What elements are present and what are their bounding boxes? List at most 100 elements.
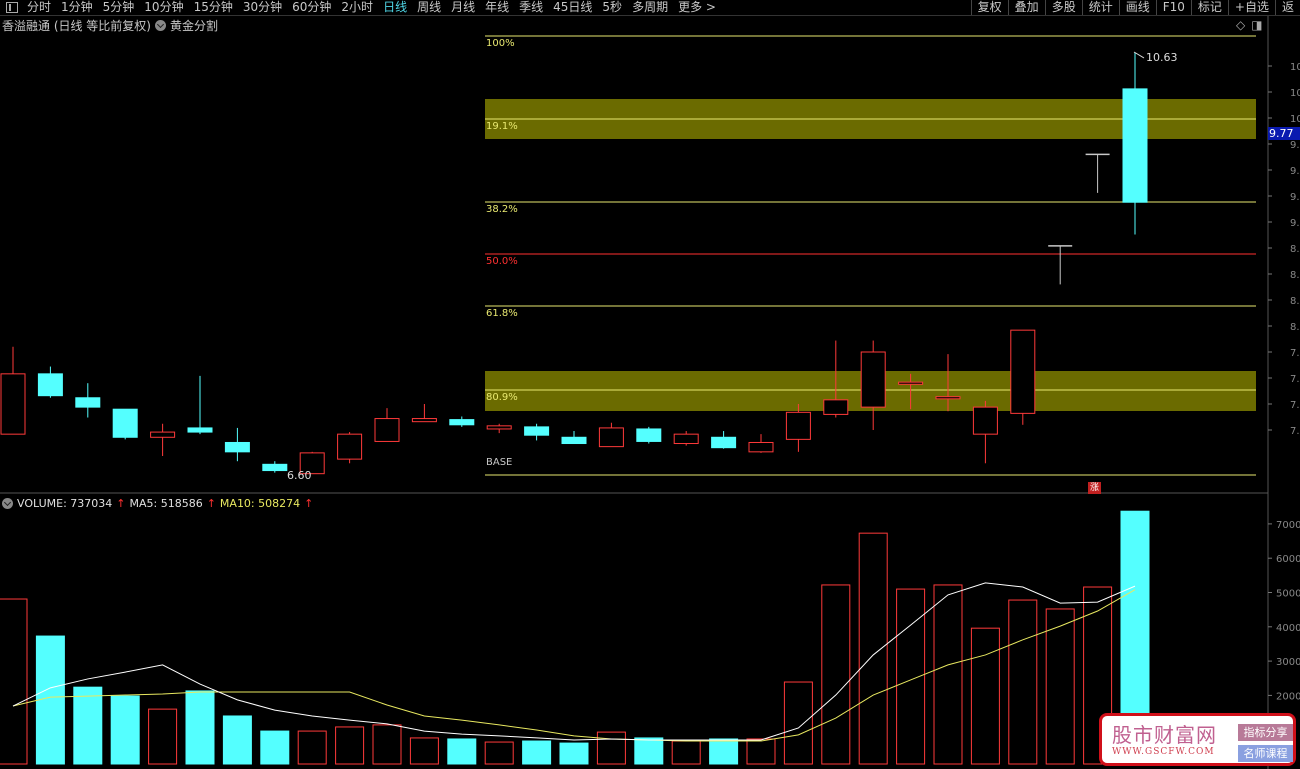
volume-legend: VOLUME: 737034 ↑ MA5: 518586 ↑ MA10: 50827…	[2, 497, 313, 510]
volume-bar	[671, 740, 701, 765]
up-arrow-icon: ↑	[116, 497, 126, 510]
high-price-label: 10.63	[1146, 51, 1178, 64]
fib-label: 38.2%	[486, 204, 518, 215]
volume-bar	[1045, 608, 1075, 765]
candle-body	[262, 463, 288, 472]
volume-bar	[783, 681, 813, 765]
candle-body	[636, 428, 662, 442]
fib-label: 19.1%	[486, 121, 518, 132]
volume-bar	[933, 584, 963, 765]
up-arrow-icon: ↑	[206, 497, 216, 510]
candle-body	[711, 436, 737, 449]
candle-body	[898, 381, 924, 385]
candle-body	[486, 425, 512, 430]
candle-body	[150, 431, 176, 438]
volume-bar	[260, 730, 290, 765]
price-tick-label: 10.25	[1290, 88, 1300, 99]
watermark-url: WWW.GSCFW.COM	[1112, 747, 1215, 757]
price-tick-label: 8.75	[1290, 244, 1300, 255]
fib-label: BASE	[486, 457, 512, 468]
volume-bar	[447, 738, 477, 765]
candle-body	[411, 418, 437, 423]
volume-bar	[297, 730, 327, 765]
candle-body	[449, 419, 475, 426]
price-tick-label: 9.00	[1290, 218, 1300, 229]
volume-tick-label: 7000	[1276, 520, 1300, 531]
watermark-name: 股市财富网	[1112, 723, 1217, 747]
ma10-value: MA10: 508274	[219, 497, 301, 510]
candle-body	[224, 441, 250, 453]
volume-bar	[409, 737, 439, 765]
price-tick-label: 7.00	[1290, 426, 1300, 437]
volume-bar	[222, 715, 252, 765]
volume-bar	[35, 635, 65, 765]
watermark-tag: 指标分享	[1238, 724, 1293, 741]
current-price-label: 9.77	[1268, 127, 1300, 140]
volume-bar	[110, 695, 140, 765]
candle-body	[823, 399, 849, 415]
price-tick-label: 8.00	[1290, 322, 1300, 333]
volume-bar	[596, 731, 626, 765]
volume-bar	[746, 738, 776, 765]
candle-body	[112, 408, 138, 438]
watermark: 股市财富网 WWW.GSCFW.COM 指标分享 名师课程	[1099, 713, 1296, 766]
fib-label: 80.9%	[486, 392, 518, 403]
volume-bar	[634, 737, 664, 765]
price-tick-label: 7.25	[1290, 400, 1300, 411]
price-tick-label: 8.50	[1290, 270, 1300, 281]
volume-bar	[148, 708, 178, 765]
volume-tick-label: 3000	[1276, 657, 1300, 668]
candle-body	[524, 426, 550, 436]
candle-body	[860, 351, 886, 408]
candle-body	[1010, 329, 1036, 414]
volume-bar	[0, 598, 28, 765]
chevron-down-icon[interactable]	[2, 498, 13, 509]
candle-body	[598, 427, 624, 448]
price-tick-label: 9.75	[1290, 140, 1300, 151]
volume-tick-label: 2000	[1276, 691, 1300, 702]
candle-body	[75, 397, 101, 408]
volume-bar	[335, 726, 365, 765]
price-tick-label: 10.50	[1290, 62, 1300, 73]
candle-body	[935, 396, 961, 400]
volume-bar	[372, 724, 402, 765]
candle-body	[785, 411, 811, 440]
volume-bar	[484, 741, 514, 765]
price-tick-label: 9.25	[1290, 192, 1300, 203]
limit-up-badge: 涨	[1088, 482, 1101, 494]
up-arrow-icon: ↑	[304, 497, 314, 510]
price-tick-label: 10.00	[1290, 114, 1300, 125]
price-tick-label: 9.50	[1290, 166, 1300, 177]
volume-tick-label: 5000	[1276, 589, 1300, 600]
ma10-line	[12, 589, 1136, 742]
chart-canvas[interactable]: 100% 19.1% 38.2% 50.0% 61.8% 80.9% BASE 10.50 10…	[0, 0, 1300, 769]
candle-body	[337, 433, 363, 460]
candle-body	[37, 373, 63, 397]
fib-label: 50.0%	[486, 256, 518, 267]
price-tick-label: 8.25	[1290, 296, 1300, 307]
volume-bar	[559, 742, 589, 765]
candle-body	[374, 418, 400, 442]
fib-label: 61.8%	[486, 308, 518, 319]
watermark-tag: 名师课程	[1238, 745, 1293, 762]
volume-tick-label: 6000	[1276, 554, 1300, 565]
volume-bar	[73, 686, 103, 765]
candle-body	[187, 427, 213, 433]
ma5-value: MA5: 518586	[129, 497, 203, 510]
volume-bar	[185, 690, 215, 765]
candle-body	[1122, 88, 1148, 203]
volume-tick-label: 4000	[1276, 623, 1300, 634]
volume-bar	[522, 740, 552, 765]
low-price-label: 6.60	[287, 469, 312, 482]
candle-body	[972, 406, 998, 435]
price-tick-label: 7.50	[1290, 374, 1300, 385]
candle-body	[561, 436, 587, 445]
volume-bar	[709, 738, 739, 765]
volume-bar	[858, 532, 888, 765]
volume-value: VOLUME: 737034	[17, 497, 113, 510]
candle-body	[0, 373, 26, 435]
fib-label: 100%	[486, 38, 515, 49]
candle-body	[748, 441, 774, 453]
volume-bar	[821, 584, 851, 765]
ma5-line	[12, 582, 1136, 741]
